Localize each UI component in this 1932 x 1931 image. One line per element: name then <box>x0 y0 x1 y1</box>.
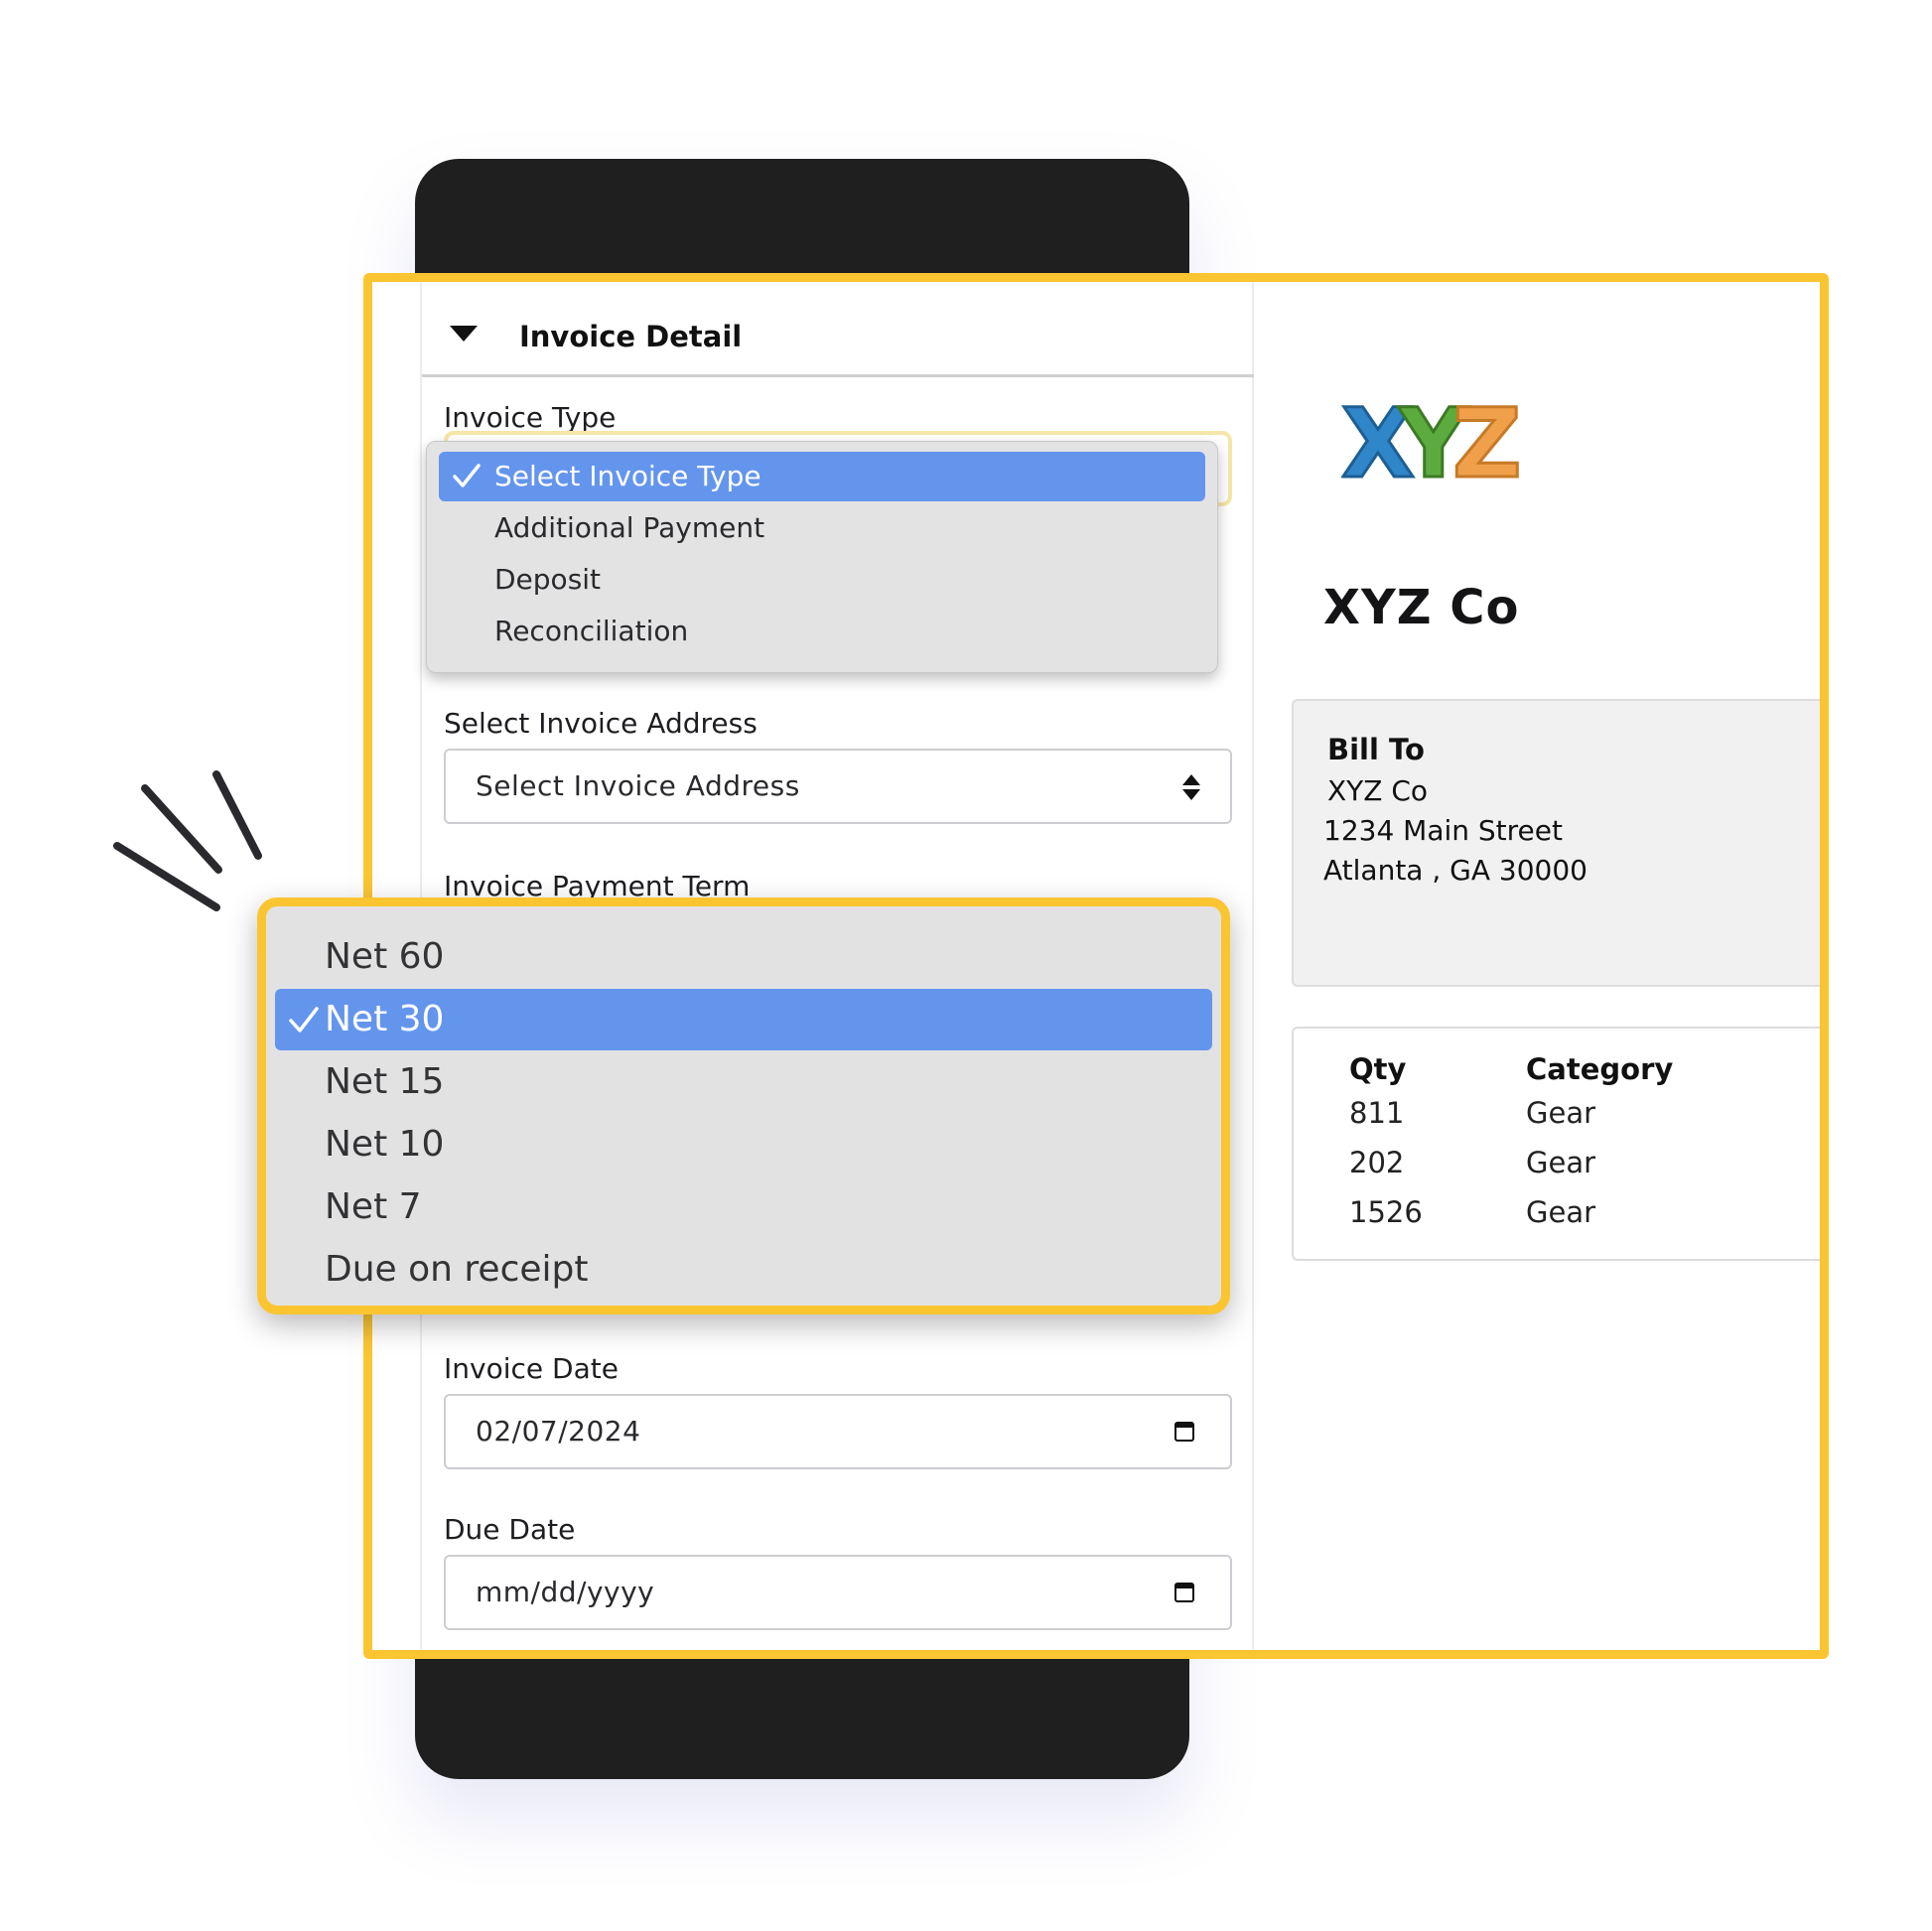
bill-to-line: XYZ Co <box>1327 774 1429 807</box>
qty-cell: 811 <box>1349 1096 1405 1130</box>
bill-to-card: Bill To XYZ Co 1234 Main Street Atlanta … <box>1292 699 1820 987</box>
collapse-triangle-icon[interactable] <box>450 326 478 342</box>
invoice-type-option-label: Reconciliation <box>494 615 689 647</box>
due-date-label: Due Date <box>444 1513 576 1546</box>
bill-to-title: Bill To <box>1327 733 1425 766</box>
invoice-address-value: Select Invoice Address <box>476 769 800 802</box>
invoice-type-option[interactable]: Deposit <box>439 555 1205 605</box>
payment-term-option[interactable]: Net 30 <box>275 989 1212 1050</box>
invoice-address-label: Select Invoice Address <box>444 707 758 740</box>
due-date-placeholder: mm/dd/yyyy <box>476 1576 655 1608</box>
payment-term-option[interactable]: Net 7 <box>275 1176 1212 1238</box>
company-logo: X Y Z <box>1341 391 1520 490</box>
payment-term-option[interactable]: Net 10 <box>275 1114 1212 1175</box>
payment-term-option-label: Net 7 <box>325 1186 422 1227</box>
category-cell: Gear <box>1526 1146 1596 1179</box>
invoice-preview: X Y Z XYZ Co Bill To XYZ Co 1234 Main St… <box>1256 282 1820 1650</box>
spark-lines-icon <box>113 770 262 911</box>
calendar-icon[interactable] <box>1174 1422 1194 1442</box>
payment-term-option-label: Due on receipt <box>325 1249 589 1290</box>
category-cell: Gear <box>1526 1195 1596 1229</box>
invoice-address-select[interactable]: Select Invoice Address <box>444 749 1232 824</box>
payment-term-option[interactable]: Net 15 <box>275 1051 1212 1113</box>
payment-term-option[interactable]: Due on receipt <box>275 1239 1212 1301</box>
due-date-input[interactable]: mm/dd/yyyy <box>444 1555 1232 1630</box>
invoice-date-label: Invoice Date <box>444 1352 619 1385</box>
invoice-type-label: Invoice Type <box>444 401 617 434</box>
invoice-date-input[interactable]: 02/07/2024 <box>444 1394 1232 1469</box>
payment-term-option-label: Net 15 <box>325 1061 445 1102</box>
qty-cell: 1526 <box>1349 1195 1423 1229</box>
invoice-type-option[interactable]: Select Invoice Type <box>439 452 1205 501</box>
invoice-date-value: 02/07/2024 <box>476 1415 641 1448</box>
svg-text:Z: Z <box>1452 391 1520 490</box>
invoice-type-menu: Select Invoice Type Additional Payment D… <box>426 441 1218 673</box>
invoice-type-option-label: Select Invoice Type <box>494 460 761 492</box>
section-header[interactable]: Invoice Detail <box>422 282 1254 377</box>
check-icon <box>453 464 481 487</box>
payment-term-option-label: Net 10 <box>325 1124 445 1165</box>
bill-to-line: Atlanta , GA 30000 <box>1323 854 1587 887</box>
invoice-type-option-label: Additional Payment <box>494 511 765 544</box>
company-name: XYZ Co <box>1323 580 1520 635</box>
items-table: Qty Category 811 Gear 202 Gear 1526 Gear <box>1292 1027 1820 1261</box>
category-header: Category <box>1526 1052 1674 1086</box>
category-cell: Gear <box>1526 1096 1596 1130</box>
qty-header: Qty <box>1349 1052 1407 1086</box>
invoice-type-option[interactable]: Additional Payment <box>439 503 1205 553</box>
bill-to-line: 1234 Main Street <box>1323 814 1563 847</box>
payment-term-option[interactable]: Net 60 <box>275 926 1212 988</box>
qty-cell: 202 <box>1349 1146 1405 1179</box>
check-icon <box>289 1007 319 1033</box>
payment-term-option-label: Net 30 <box>325 999 445 1039</box>
invoice-type-option[interactable]: Reconciliation <box>439 607 1205 656</box>
select-arrows-icon <box>1182 772 1200 802</box>
payment-term-menu: Net 60 Net 30 Net 15 Net 10 Net 7 Due on… <box>257 897 1230 1314</box>
invoice-type-option-label: Deposit <box>494 563 602 596</box>
calendar-icon[interactable] <box>1174 1583 1194 1602</box>
section-title: Invoice Detail <box>519 320 743 353</box>
payment-term-option-label: Net 60 <box>325 936 445 977</box>
